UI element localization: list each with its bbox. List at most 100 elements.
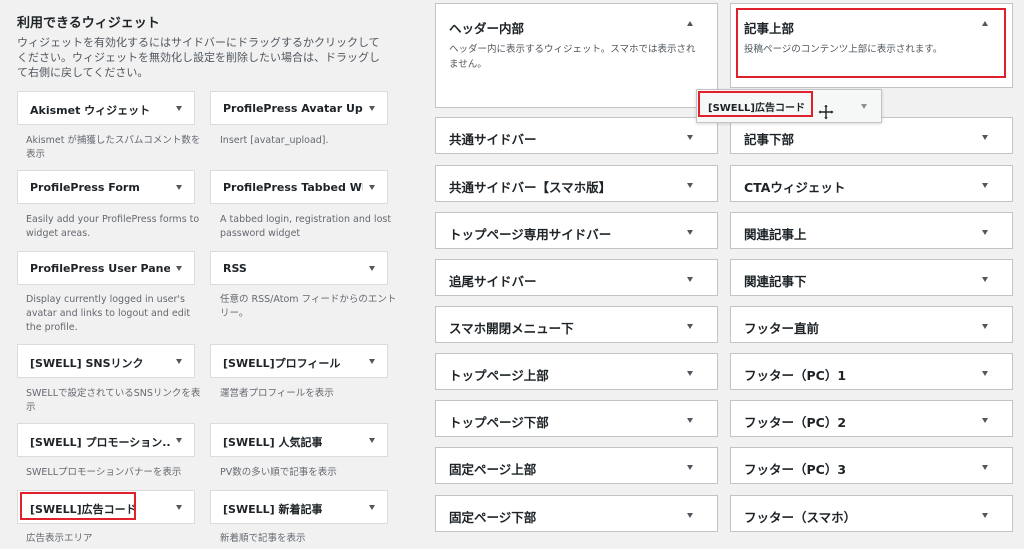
caret-down-icon[interactable] <box>982 513 988 518</box>
widget-desc: 新着順で記事を表示 <box>220 533 306 544</box>
widget-desc: 任意の RSS/Atom フィードからのエントリー。 <box>220 294 397 319</box>
widget-desc: A tabbed login, registration and lost pa… <box>220 214 392 239</box>
area-title: トップページ上部 <box>449 368 549 383</box>
caret-down-icon[interactable] <box>687 230 693 235</box>
area-footer-pc-2[interactable]: フッター（PC）2 <box>730 400 1013 437</box>
widget-desc: Display currently logged in user's avata… <box>26 294 191 333</box>
caret-down-icon[interactable] <box>369 185 375 190</box>
area-title: トップページ専用サイドバー <box>449 227 612 242</box>
caret-down-icon[interactable] <box>982 183 988 188</box>
area-title: ヘッダー内部 <box>449 21 525 36</box>
area-footer-pc-1[interactable]: フッター（PC）1 <box>730 353 1013 390</box>
area-common-sidebar[interactable]: 共通サイドバー <box>435 117 718 154</box>
caret-down-icon[interactable] <box>687 465 693 470</box>
widget-desc: PV数の多い順で記事を表示 <box>220 467 337 478</box>
caret-down-icon[interactable] <box>176 359 182 364</box>
widget-swell-profile[interactable]: [SWELL]プロフィール <box>210 344 388 378</box>
area-top-page-bottom[interactable]: トップページ下部 <box>435 400 718 437</box>
widget-profilepress-user-panel[interactable]: ProfilePress User Panel <box>17 251 195 285</box>
widget-swell-new-posts[interactable]: [SWELL] 新着記事 <box>210 490 388 524</box>
caret-down-icon[interactable] <box>176 185 182 190</box>
highlight-box <box>20 492 136 520</box>
caret-down-icon[interactable] <box>982 465 988 470</box>
widget-swell-popular[interactable]: [SWELL] 人気記事 <box>210 423 388 457</box>
caret-down-icon[interactable] <box>687 513 693 518</box>
area-desc: ヘッダー内に表示するウィジェット。スマホでは表示されません。 <box>449 44 696 70</box>
area-footer-pc-3[interactable]: フッター（PC）3 <box>730 447 1013 484</box>
widget-title: [SWELL] 新着記事 <box>223 503 323 516</box>
area-top-sidebar[interactable]: トップページ専用サイドバー <box>435 212 718 249</box>
widget-title: [SWELL] 人気記事 <box>223 436 323 449</box>
caret-down-icon[interactable] <box>369 505 375 510</box>
widget-swell-promotion[interactable]: [SWELL] プロモーション... <box>17 423 195 457</box>
area-cta[interactable]: CTAウィジェット <box>730 165 1013 202</box>
widget-title: ProfilePress User Panel <box>30 262 170 275</box>
widget-profilepress-avatar[interactable]: ProfilePress Avatar Upl... <box>210 91 388 125</box>
widget-desc: SWELLプロモーションバナーを表示 <box>26 467 182 478</box>
area-page-bottom[interactable]: 固定ページ下部 <box>435 495 718 532</box>
area-related-top[interactable]: 関連記事上 <box>730 212 1013 249</box>
highlight-box <box>736 8 1006 78</box>
area-title: 固定ページ下部 <box>449 510 537 525</box>
caret-down-icon[interactable] <box>687 418 693 423</box>
widget-title: [SWELL]プロフィール <box>223 357 341 370</box>
area-title: フッター（PC）1 <box>744 368 847 383</box>
area-header-inner[interactable]: ヘッダー内部 ヘッダー内に表示するウィジェット。スマホでは表示されません。 <box>435 3 718 108</box>
widget-rss[interactable]: RSS <box>210 251 388 285</box>
available-widgets-title: 利用できるウィジェット <box>17 16 160 31</box>
widget-profilepress-tabbed[interactable]: ProfilePress Tabbed Wi... <box>210 170 388 204</box>
caret-down-icon[interactable] <box>176 438 182 443</box>
area-title: フッター（PC）3 <box>744 462 847 477</box>
caret-down-icon[interactable] <box>687 277 693 282</box>
area-before-footer[interactable]: フッター直前 <box>730 306 1013 343</box>
caret-down-icon[interactable] <box>687 135 693 140</box>
caret-down-icon[interactable] <box>982 371 988 376</box>
area-title: 記事下部 <box>744 132 795 147</box>
area-title: フッター直前 <box>744 321 820 336</box>
caret-down-icon[interactable] <box>982 135 988 140</box>
caret-down-icon[interactable] <box>982 324 988 329</box>
area-title: トップページ下部 <box>449 415 549 430</box>
caret-down-icon[interactable] <box>982 277 988 282</box>
caret-down-icon[interactable] <box>176 106 182 111</box>
widget-title: ProfilePress Form <box>30 181 140 194</box>
area-page-top[interactable]: 固定ページ上部 <box>435 447 718 484</box>
area-title: 関連記事下 <box>744 274 807 289</box>
caret-down-icon[interactable] <box>369 438 375 443</box>
widget-akismet[interactable]: Akismet ウィジェット <box>17 91 195 125</box>
area-common-sidebar-sp[interactable]: 共通サイドバー【スマホ版】 <box>435 165 718 202</box>
area-footer-sp[interactable]: フッター（スマホ） <box>730 495 1013 532</box>
move-icon <box>818 104 834 120</box>
area-title: 共通サイドバー【スマホ版】 <box>449 180 612 195</box>
caret-down-icon[interactable] <box>687 183 693 188</box>
caret-down-icon[interactable] <box>176 266 182 271</box>
widget-title: ProfilePress Avatar Upl... <box>223 102 363 115</box>
widget-title: RSS <box>223 262 247 275</box>
widget-desc: 広告表示エリア <box>26 533 93 544</box>
widget-title: ProfilePress Tabbed Wi... <box>223 181 363 194</box>
widget-title: Akismet ウィジェット <box>30 104 151 117</box>
caret-down-icon[interactable] <box>982 418 988 423</box>
caret-down-icon[interactable] <box>982 230 988 235</box>
area-title: 固定ページ上部 <box>449 462 537 477</box>
caret-down-icon[interactable] <box>369 266 375 271</box>
caret-down-icon[interactable] <box>687 324 693 329</box>
caret-down-icon[interactable] <box>369 106 375 111</box>
area-fixed-sidebar[interactable]: 追尾サイドバー <box>435 259 718 296</box>
area-top-page-top[interactable]: トップページ上部 <box>435 353 718 390</box>
caret-down-icon[interactable] <box>861 104 867 109</box>
caret-down-icon[interactable] <box>369 359 375 364</box>
area-title: フッター（PC）2 <box>744 415 847 430</box>
caret-up-icon[interactable] <box>687 21 693 26</box>
caret-down-icon[interactable] <box>176 505 182 510</box>
widget-title: [SWELL] SNSリンク <box>30 357 144 370</box>
highlight-box <box>698 91 813 117</box>
widget-swell-sns[interactable]: [SWELL] SNSリンク <box>17 344 195 378</box>
widget-desc: Easily add your ProfilePress forms to wi… <box>26 214 200 239</box>
caret-down-icon[interactable] <box>687 371 693 376</box>
available-widgets-description: ウィジェットを有効化するにはサイドバーにドラッグするかクリックしてください。ウィ… <box>17 36 380 79</box>
area-related-bottom[interactable]: 関連記事下 <box>730 259 1013 296</box>
area-sp-menu-bottom[interactable]: スマホ開閉メニュー下 <box>435 306 718 343</box>
widget-profilepress-form[interactable]: ProfilePress Form <box>17 170 195 204</box>
widget-desc: 運営者プロフィールを表示 <box>220 388 334 399</box>
